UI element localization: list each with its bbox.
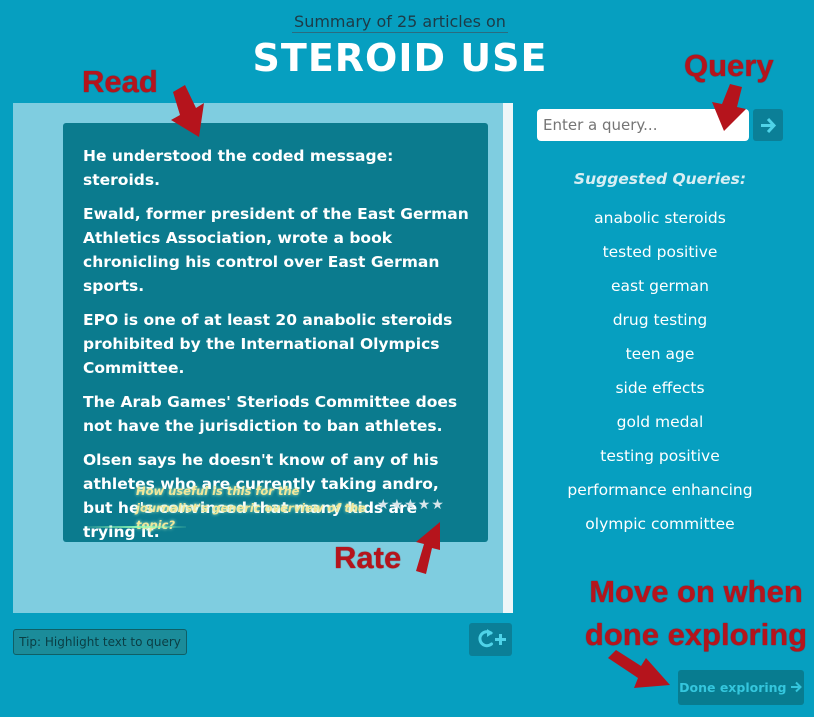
summary-sentence[interactable]: The Arab Games' Steriods Committee does …	[83, 390, 473, 438]
refresh-plus-icon	[478, 629, 506, 648]
star-icon[interactable]: ★	[377, 497, 391, 513]
suggested-query[interactable]: performance enhancing	[540, 476, 780, 510]
suggested-query[interactable]: side effects	[540, 374, 780, 408]
suggested-query[interactable]: drug testing	[540, 306, 780, 340]
suggested-query[interactable]: testing positive	[540, 442, 780, 476]
refresh-button[interactable]	[469, 623, 512, 656]
suggested-queries-heading: Suggested Queries:	[573, 170, 747, 188]
done-exploring-label: Done exploring	[679, 680, 787, 695]
rating-glow	[86, 526, 186, 528]
subtitle-text: Summary of 25 articles on	[292, 12, 508, 33]
suggested-query[interactable]: olympic committee	[540, 510, 780, 544]
arrow-right-icon	[761, 117, 777, 134]
annotation-move-line1: Move on when	[589, 574, 803, 609]
suggested-query[interactable]: teen age	[540, 340, 780, 374]
suggested-query[interactable]: tested positive	[540, 238, 780, 272]
arrow-right-icon	[790, 681, 802, 693]
star-icon[interactable]: ★	[418, 497, 432, 513]
reading-panel-scrollbar[interactable]	[503, 103, 513, 613]
star-icon[interactable]: ★	[391, 497, 405, 513]
summary-sentence[interactable]: He understood the coded message: steroid…	[83, 144, 473, 192]
star-icon[interactable]: ★	[431, 497, 445, 513]
annotation-arrow-move-on	[608, 650, 670, 688]
annotation-arrow-rate	[416, 522, 440, 574]
annotation-read: Read	[82, 64, 158, 99]
tip-badge: Tip: Highlight text to query	[13, 629, 187, 655]
summary-sentence[interactable]: EPO is one of at least 20 anabolic stero…	[83, 308, 473, 380]
suggested-query[interactable]: gold medal	[540, 408, 780, 442]
annotation-rate: Rate	[334, 540, 402, 575]
annotation-query: Query	[684, 48, 774, 83]
suggested-query[interactable]: anabolic steroids	[540, 204, 780, 238]
annotation-move-on: Move on when done exploring	[578, 570, 814, 656]
suggested-query[interactable]: east german	[540, 272, 780, 306]
subtitle: Summary of 25 articles on	[0, 12, 800, 33]
done-exploring-button[interactable]: Done exploring	[678, 670, 804, 705]
annotation-arrow-read	[171, 85, 204, 137]
annotation-arrow-query	[712, 84, 746, 131]
summary-sentence[interactable]: Ewald, former president of the East Germ…	[83, 202, 473, 298]
star-rating[interactable]: ★★★★★	[377, 497, 445, 513]
query-submit-button[interactable]	[753, 109, 783, 141]
star-icon[interactable]: ★	[404, 497, 418, 513]
suggested-queries-list: anabolic steroids tested positive east g…	[540, 204, 780, 544]
